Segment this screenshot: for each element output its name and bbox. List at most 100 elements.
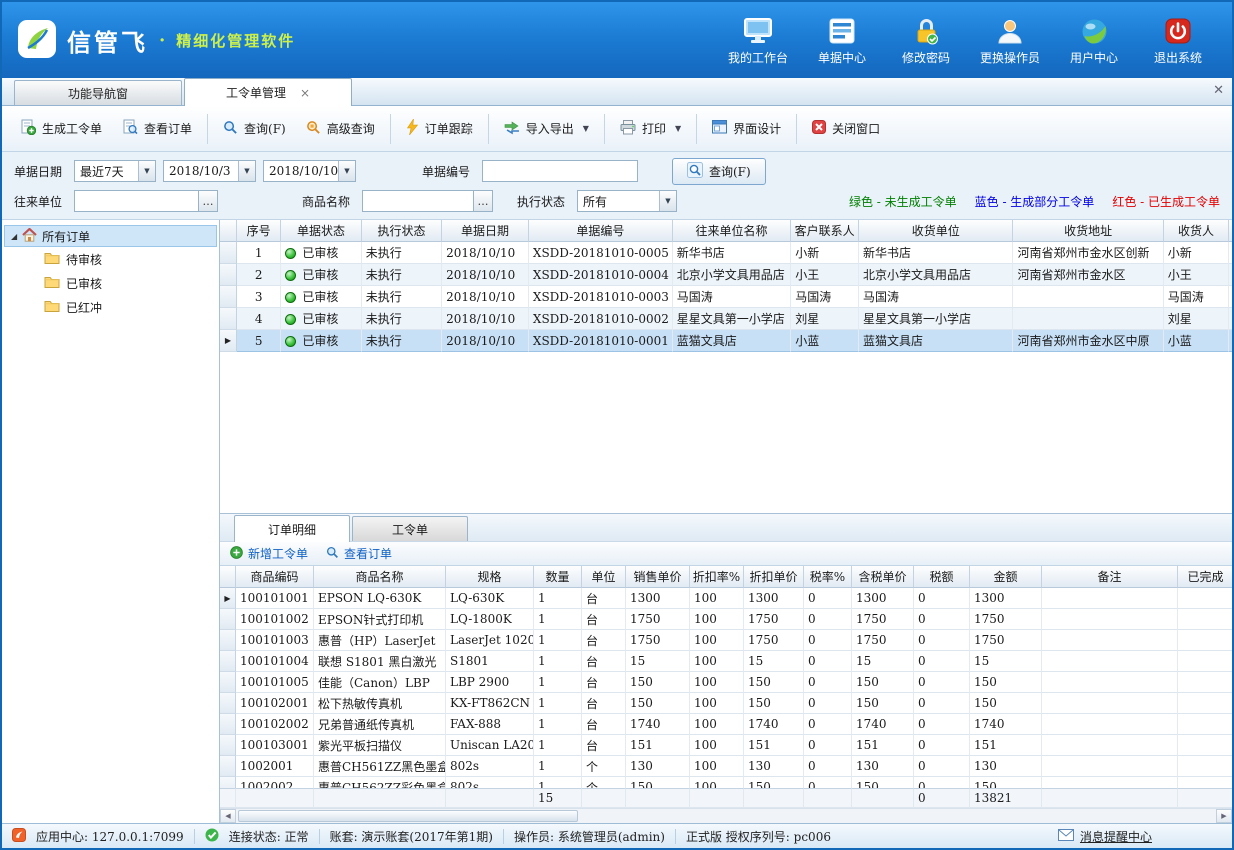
header-action-my-workspace[interactable]: 我的工作台 [718,11,798,69]
tree-node-reviewed[interactable]: 已审核 [2,271,219,295]
cell-receiver-phone [1229,264,1232,286]
detail-column-header[interactable]: 折扣单价 [744,566,804,588]
scrollbar-thumb[interactable] [238,810,578,822]
order-tracking-button[interactable]: 订单跟踪 [396,111,483,146]
header-action-exit-system[interactable]: 退出系统 [1138,11,1218,69]
change-password-icon [914,16,939,46]
orders-column-header[interactable]: 单据日期 [442,220,529,242]
import-export-button[interactable]: 导入导出 ▼ [494,112,599,146]
detail-column-header[interactable]: 单位 [582,566,626,588]
product-input[interactable] [362,190,474,212]
cell-tax-price: 15 [852,651,914,672]
detail-row[interactable]: ▶ 100101001 EPSON LQ-630K LQ-630K 1 台 13… [220,588,1232,609]
ui-design-icon [712,120,727,137]
doc-no-input[interactable] [482,160,638,182]
order-row[interactable]: 2 已审核 未执行 2018/10/10 XSDD-20181010-0004 … [220,264,1232,286]
orders-column-header[interactable]: 单据状态 [281,220,361,242]
orders-column-header[interactable]: 收货单位 [859,220,1013,242]
detail-row[interactable]: 100103001 紫光平板扫描仪 Uniscan LA2000 1 台 151… [220,735,1232,756]
orders-column-header[interactable]: 执行状态 [362,220,442,242]
orders-column-header[interactable]: 收货人 [1164,220,1230,242]
tree-node-all-orders[interactable]: ◢ 所有订单 [4,225,217,247]
date-from-select[interactable]: 2018/10/3 ▼ [163,160,256,182]
detail-column-header[interactable]: 备注 [1042,566,1178,588]
horizontal-scrollbar[interactable]: ◀ ▶ [220,808,1232,823]
order-row[interactable]: 1 已审核 未执行 2018/10/10 XSDD-20181010-0005 … [220,242,1232,264]
tab-work-order-mgmt[interactable]: 工令单管理 × [184,78,352,106]
detail-column-header[interactable]: 折扣率% [690,566,744,588]
partner-input[interactable] [74,190,199,212]
detail-row[interactable]: 100101004 联想 S1801 黑白激光 S1801 1 台 15 100… [220,651,1232,672]
tab-order-detail[interactable]: 订单明细 [234,515,350,542]
right-panel: 序号单据状态执行状态单据日期单据编号往来单位名称客户联系人收货单位收货地址收货人… [220,220,1232,823]
orders-column-header[interactable]: 客户联系人 [791,220,859,242]
ui-design-button[interactable]: 界面设计 [702,112,791,145]
close-window-button[interactable]: 关闭窗口 [802,112,890,145]
orders-column-header[interactable]: 收货地址 [1013,220,1163,242]
tree-expand-icon[interactable]: ◢ [11,232,17,241]
header-action-document-center[interactable]: 单据中心 [802,11,882,69]
tree-node-pending-review[interactable]: 待审核 [2,247,219,271]
panel-close-icon[interactable]: ✕ [1213,83,1224,98]
detail-row[interactable]: 100101002 EPSON针式打印机 LQ-1800K 1 台 1750 1… [220,609,1232,630]
cell-seq: 3 [237,286,281,308]
query-button[interactable]: 查询(F) [213,112,296,146]
scroll-left-icon[interactable]: ◀ [220,809,236,823]
detail-column-header[interactable]: 销售单价 [626,566,690,588]
cell-unit: 台 [582,735,626,756]
orders-column-header[interactable]: 单据编号 [529,220,673,242]
detail-row[interactable]: 1002002 惠普CH562ZZ彩色墨盒 802s 1 个 150 100 1… [220,777,1232,788]
detail-column-header[interactable]: 税额 [914,566,970,588]
order-row[interactable]: 4 已审核 未执行 2018/10/10 XSDD-20181010-0002 … [220,308,1232,330]
detail-row[interactable]: 100101005 佳能（Canon）LBP LBP 2900 1 台 150 … [220,672,1232,693]
scroll-right-icon[interactable]: ▶ [1216,809,1232,823]
detail-row[interactable]: 100102001 松下热敏传真机 KX-FT862CN 1 台 150 100… [220,693,1232,714]
view-order-link[interactable]: 查看订单 [326,545,392,562]
order-row[interactable]: ▶ 5 已审核 未执行 2018/10/10 XSDD-20181010-000… [220,330,1232,352]
add-work-order-button[interactable]: 新增工令单 [230,545,308,562]
detail-column-header[interactable]: 金额 [970,566,1042,588]
detail-column-header[interactable]: 数量 [534,566,582,588]
detail-row[interactable]: 100101003 惠普（HP）LaserJet LaserJet 1020 1… [220,630,1232,651]
product-browse-button[interactable]: … [474,190,493,212]
tab-work-order[interactable]: 工令单 [352,516,468,541]
detail-column-header[interactable]: 商品名称 [314,566,446,588]
order-row[interactable]: 3 已审核 未执行 2018/10/10 XSDD-20181010-0003 … [220,286,1232,308]
detail-column-header[interactable]: 已完成 [1178,566,1232,588]
orders-column-header[interactable]: 序号 [237,220,281,242]
advanced-query-button[interactable]: 高级查询 [296,112,385,146]
orders-column-header[interactable]: 收货人电 [1229,220,1232,242]
cell-seq: 4 [237,308,281,330]
detail-row[interactable]: 1002001 惠普CH561ZZ黑色墨盒 802s 1 个 130 100 1… [220,756,1232,777]
message-center-link[interactable]: 消息提醒中心 [1058,828,1152,845]
partner-browse-button[interactable]: … [199,190,218,212]
cell-price: 150 [626,693,690,714]
exec-status-select[interactable]: 所有 ▼ [577,190,677,212]
tree-node-red-flushed[interactable]: 已红冲 [2,295,219,319]
view-order-button[interactable]: 查看订单 [112,111,202,146]
detail-row[interactable]: 100102002 兄弟普通纸传真机 FAX-888 1 台 1740 100 … [220,714,1232,735]
cell-doc-no: XSDD-20181010-0005 [529,242,673,264]
detail-column-header[interactable]: 含税单价 [852,566,914,588]
detail-column-header[interactable]: 税率% [804,566,852,588]
scrollbar-track[interactable] [236,809,1216,823]
tab-function-nav[interactable]: 功能导航窗 [14,80,182,105]
tab-close-icon[interactable]: × [300,87,310,99]
header-action-change-operator[interactable]: 更换操作员 [970,11,1050,69]
detail-column-header[interactable]: 规格 [446,566,534,588]
header-action-user-center[interactable]: 用户中心 [1054,11,1134,69]
cell-note [1042,651,1178,672]
cell-discount-rate: 100 [690,672,744,693]
tree-node-label: 待审核 [66,251,102,268]
orders-column-header[interactable]: 往来单位名称 [673,220,791,242]
print-button[interactable]: 打印 ▼ [610,112,691,146]
date-range-select[interactable]: 最近7天 ▼ [74,160,156,182]
generate-work-order-button[interactable]: 生成工令单 [10,111,112,146]
detail-tab-label: 工令单 [392,521,428,538]
header-action-change-password[interactable]: 修改密码 [886,11,966,69]
query-filter-button[interactable]: 查询(F) [672,158,766,185]
date-to-select[interactable]: 2018/10/10 ▼ [263,160,356,182]
toolbar-label: 高级查询 [327,120,375,137]
detail-column-header[interactable]: 商品编码 [236,566,314,588]
orders-table-body: 1 已审核 未执行 2018/10/10 XSDD-20181010-0005 … [220,242,1232,352]
